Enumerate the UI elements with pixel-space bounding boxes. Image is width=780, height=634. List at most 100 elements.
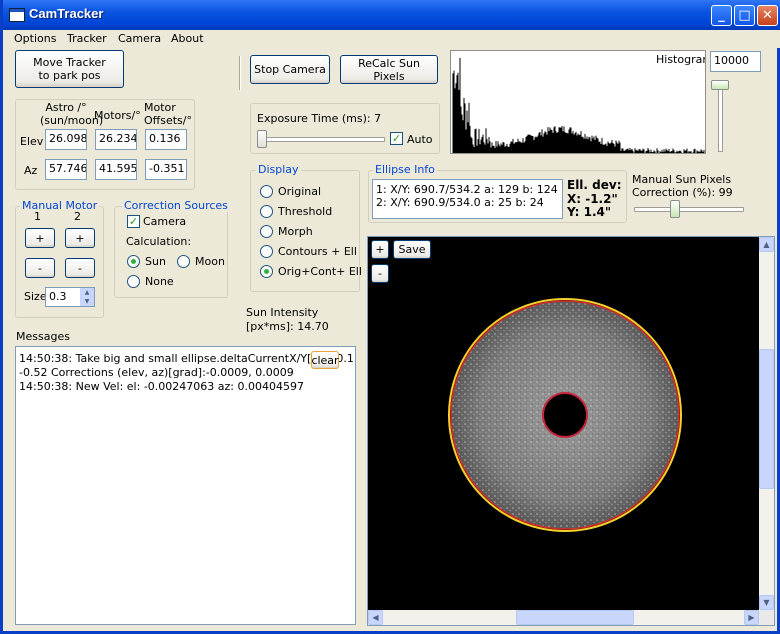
sun-intensity-label: Sun Intensity: [246, 306, 319, 319]
motor2-minus-button[interactable]: -: [65, 258, 95, 278]
ellipse-line: 1: X/Y: 690.7/534.2 a: 129 b: 124: [376, 183, 558, 196]
histogram-max-field[interactable]: 10000: [710, 51, 761, 72]
motors-header: Motors/°: [94, 109, 141, 122]
display-title: Display: [256, 163, 301, 176]
offsets-header: Motor Offsets/°: [144, 101, 192, 127]
menu-tracker[interactable]: Tracker: [67, 32, 107, 45]
menu-camera[interactable]: Camera: [118, 32, 161, 45]
display-contours-radio[interactable]: [260, 245, 273, 258]
ell-dev-y: Y: 1.4": [567, 205, 612, 219]
display-threshold-radio[interactable]: [260, 205, 273, 218]
save-image-button[interactable]: Save: [393, 240, 431, 259]
camera-image[interactable]: + Save -: [368, 237, 759, 610]
inner-ellipse: [542, 392, 588, 438]
sun-image: [448, 298, 682, 532]
ellipse-line: 2: X/Y: 690.9/534.0 a: 25 b: 24: [376, 196, 544, 209]
clear-button[interactable]: clear: [311, 351, 339, 369]
maximize-icon[interactable]: □: [734, 5, 755, 26]
display-option-label: Threshold: [278, 205, 333, 218]
messages-title: Messages: [16, 330, 70, 343]
manual-sun-slider[interactable]: [669, 200, 680, 218]
recalc-sun-pixels-button[interactable]: ReCalc Sun Pixels: [340, 55, 438, 84]
stepper-up-icon[interactable]: ▲: [80, 288, 94, 297]
size-label: Size: [24, 290, 47, 303]
histogram-plot: [452, 57, 705, 153]
display-option-label: Orig+Cont+ Ell: [278, 265, 362, 278]
exposure-slider[interactable]: [257, 130, 267, 148]
menu-bar: Options Tracker Camera About: [6, 30, 780, 48]
histogram-slider[interactable]: [711, 80, 729, 90]
ell-dev-x: X: -1.2": [567, 192, 618, 206]
sun-radio-label: Sun: [145, 255, 166, 268]
stop-camera-button[interactable]: Stop Camera: [250, 55, 330, 84]
sun-radio[interactable]: [127, 255, 140, 268]
manual-motor-title: Manual Motor: [20, 199, 100, 212]
menu-options[interactable]: Options: [14, 32, 56, 45]
menu-about[interactable]: About: [171, 32, 204, 45]
display-morph-radio[interactable]: [260, 225, 273, 238]
elev-astro-field[interactable]: 26.098: [45, 129, 87, 150]
camera-checkbox[interactable]: ✓: [127, 215, 140, 228]
moon-radio-label: Moon: [195, 255, 225, 268]
auto-checkbox[interactable]: ✓: [390, 132, 403, 145]
elev-label: Elev: [20, 135, 44, 148]
display-original-radio[interactable]: [260, 185, 273, 198]
ell-dev-title: Ell. dev:: [567, 178, 622, 192]
az-motors-field[interactable]: 41.595: [95, 159, 137, 180]
motor1-plus-button[interactable]: +: [25, 228, 55, 248]
ellipse-info-box[interactable]: 1: X/Y: 690.7/534.2 a: 129 b: 124 2: X/Y…: [372, 179, 563, 219]
stepper-down-icon[interactable]: ▼: [80, 297, 94, 306]
message-line: -0.52 Corrections (elev, az)[grad]:-0.00…: [19, 366, 294, 379]
camera-view: + Save - ▲ ▼ ◀ ▶: [367, 236, 775, 626]
window-title: CamTracker: [29, 6, 104, 21]
none-radio-label: None: [145, 275, 174, 288]
calculation-label: Calculation:: [126, 235, 192, 248]
histogram-slider-track: [718, 84, 723, 152]
camera-check-label: Camera: [143, 215, 187, 228]
vertical-scrollbar[interactable]: ▲ ▼: [759, 237, 774, 610]
horizontal-scrollbar[interactable]: ◀ ▶: [368, 610, 759, 625]
scroll-down-icon[interactable]: ▼: [759, 595, 774, 610]
az-astro-field[interactable]: 57.746: [45, 159, 87, 180]
scroll-up-icon[interactable]: ▲: [759, 237, 774, 252]
vertical-scroll-thumb[interactable]: [759, 349, 774, 489]
motor2-plus-button[interactable]: +: [65, 228, 95, 248]
scroll-right-icon[interactable]: ▶: [744, 610, 759, 625]
none-radio[interactable]: [127, 275, 140, 288]
zoom-out-button[interactable]: -: [371, 264, 389, 283]
display-option-label: Contours + Ell: [278, 245, 357, 258]
motor-col-2: 2: [74, 210, 81, 223]
move-tracker-label-1: Move Tracker: [33, 56, 106, 69]
manual-sun-label: Manual Sun Pixels: [632, 173, 732, 186]
az-label: Az: [24, 164, 38, 177]
divider: [239, 56, 241, 90]
manual-sun-correction: Correction (%): 99: [632, 186, 733, 199]
horizontal-scroll-thumb[interactable]: [516, 610, 634, 625]
moon-radio[interactable]: [177, 255, 190, 268]
messages-box[interactable]: 14:50:38: Take big and small ellipse.del…: [15, 346, 356, 625]
correction-sources-title: Correction Sources: [122, 199, 230, 212]
move-tracker-label-2: to park pos: [38, 69, 101, 82]
motor1-minus-button[interactable]: -: [25, 258, 55, 278]
astro-header: Astro /° (sun/moon): [40, 101, 104, 127]
exposure-label: Exposure Time (ms): 7: [257, 112, 382, 125]
histogram-chart: Histogram: [450, 50, 706, 154]
minimize-icon[interactable]: _: [711, 5, 732, 26]
az-offset-field[interactable]: -0.351: [145, 159, 187, 180]
exposure-slider-track: [259, 137, 385, 142]
exposure-group: [250, 103, 440, 154]
move-tracker-button[interactable]: Move Tracker to park pos: [15, 50, 124, 88]
display-option-label: Morph: [278, 225, 313, 238]
ellipse-info-title: Ellipse Info: [373, 163, 437, 176]
sun-intensity-value: [px*ms]: 14.70: [246, 320, 329, 333]
display-orig-cont-ell-radio[interactable]: [260, 265, 273, 278]
auto-label: Auto: [407, 133, 433, 146]
scroll-left-icon[interactable]: ◀: [368, 610, 383, 625]
close-icon[interactable]: ✕: [757, 5, 778, 26]
zoom-in-button[interactable]: +: [371, 240, 389, 259]
elev-offset-field[interactable]: 0.136: [145, 129, 187, 150]
manual-sun-slider-track: [634, 207, 744, 212]
histogram-label: Histogram: [656, 53, 705, 66]
app-window: CamTracker _ □ ✕ Options Tracker Camera …: [0, 0, 780, 634]
elev-motors-field[interactable]: 26.234: [95, 129, 137, 150]
